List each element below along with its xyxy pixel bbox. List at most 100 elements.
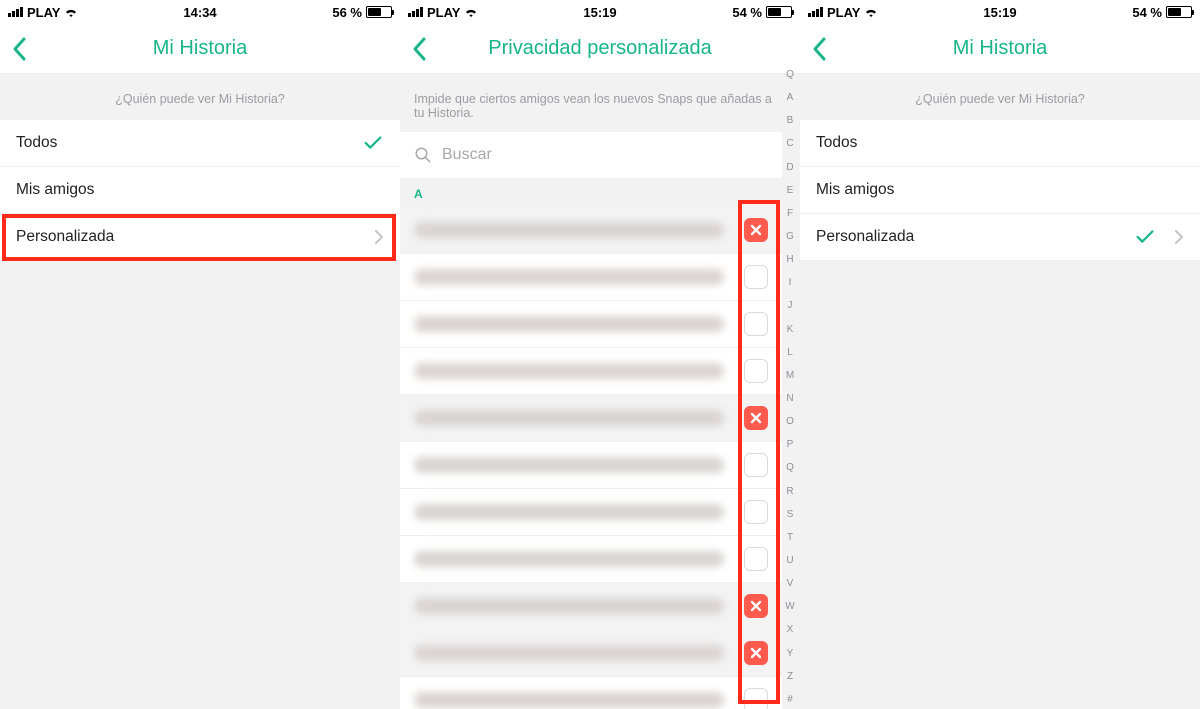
index-letter[interactable]: F (787, 209, 793, 219)
search-input[interactable] (442, 146, 768, 164)
carrier-label: PLAY (27, 5, 60, 20)
nav-bar: Mi Historia (0, 24, 400, 74)
contact-row[interactable] (400, 301, 782, 348)
option-custom[interactable]: Personalizada (800, 214, 1200, 261)
option-label: Mis amigos (816, 181, 894, 199)
contact-name-blurred (414, 316, 724, 332)
index-letter[interactable]: D (786, 163, 793, 173)
option-label: Personalizada (816, 228, 914, 246)
option-everyone[interactable]: Todos (0, 120, 400, 167)
alphabet-index[interactable]: Q A B C D E F G H I J K L M N O P Q R S T U V W X Y Z # (782, 70, 798, 705)
index-letter[interactable]: O (786, 417, 794, 427)
status-bar: PLAY 14:34 56 % (0, 0, 400, 24)
index-letter[interactable]: Y (787, 649, 794, 659)
wifi-icon (464, 7, 478, 17)
chevron-left-icon (810, 36, 828, 62)
option-label: Todos (816, 134, 857, 152)
chevron-left-icon (410, 36, 428, 62)
contact-name-blurred (414, 598, 724, 614)
status-bar: PLAY 15:19 54 % (400, 0, 800, 24)
index-letter[interactable]: M (786, 371, 794, 381)
screen-my-story-before: PLAY 14:34 56 % Mi Historia ¿Quién puede… (0, 0, 400, 709)
index-letter[interactable]: # (787, 695, 793, 705)
options-list: Todos Mis amigos Personalizada (0, 120, 400, 261)
index-letter[interactable]: V (787, 579, 794, 589)
contact-row[interactable] (400, 536, 782, 583)
option-my-friends[interactable]: Mis amigos (800, 167, 1200, 214)
contact-row[interactable] (400, 677, 782, 709)
contact-row[interactable] (400, 442, 782, 489)
contact-row[interactable] (400, 583, 782, 630)
screen-custom-privacy: PLAY 15:19 54 % Privacidad personalizada… (400, 0, 800, 709)
contact-row[interactable] (400, 348, 782, 395)
index-letter[interactable]: X (787, 625, 794, 635)
index-letter[interactable]: C (786, 139, 793, 149)
option-label: Personalizada (16, 228, 114, 246)
index-letter[interactable]: E (787, 186, 794, 196)
index-letter[interactable]: I (789, 278, 792, 288)
index-letter[interactable]: P (787, 440, 794, 450)
contact-row[interactable] (400, 630, 782, 677)
index-letter[interactable]: G (786, 232, 794, 242)
check-icon (362, 132, 384, 154)
chevron-left-icon (10, 36, 28, 62)
index-letter[interactable]: S (787, 510, 794, 520)
contact-row[interactable] (400, 207, 782, 254)
index-letter[interactable]: Q (786, 463, 794, 473)
clock: 14:34 (183, 5, 216, 20)
contact-name-blurred (414, 457, 724, 473)
status-bar: PLAY 15:19 54 % (800, 0, 1200, 24)
index-letter[interactable]: Q (786, 70, 794, 80)
contact-row[interactable] (400, 395, 782, 442)
chevron-right-icon (1174, 229, 1184, 245)
contacts-list (400, 207, 782, 709)
nav-bar: Mi Historia (800, 24, 1200, 74)
index-letter[interactable]: Z (787, 672, 793, 682)
index-letter[interactable]: L (787, 348, 793, 358)
contact-name-blurred (414, 410, 724, 426)
index-letter[interactable]: B (787, 116, 794, 126)
index-letter[interactable]: H (786, 255, 793, 265)
index-letter[interactable]: R (786, 487, 793, 497)
section-letter-header: A (400, 179, 782, 207)
index-letter[interactable]: J (788, 301, 793, 311)
signal-icon (808, 7, 823, 17)
wifi-icon (64, 7, 78, 17)
battery-pct: 56 % (332, 5, 362, 20)
index-letter[interactable]: N (786, 394, 793, 404)
page-title: Privacidad personalizada (488, 37, 711, 60)
page-title: Mi Historia (153, 37, 247, 60)
contact-name-blurred (414, 269, 724, 285)
index-letter[interactable]: A (787, 93, 794, 103)
page-title: Mi Historia (953, 37, 1047, 60)
contact-name-blurred (414, 504, 724, 520)
section-description: ¿Quién puede ver Mi Historia? (0, 74, 400, 120)
signal-icon (8, 7, 23, 17)
option-label: Todos (16, 134, 57, 152)
section-description: ¿Quién puede ver Mi Historia? (800, 74, 1200, 120)
option-everyone[interactable]: Todos (800, 120, 1200, 167)
index-letter[interactable]: T (787, 533, 793, 543)
option-label: Mis amigos (16, 181, 94, 199)
search-icon (414, 146, 432, 164)
back-button[interactable] (810, 36, 828, 67)
index-letter[interactable]: W (785, 602, 794, 612)
back-button[interactable] (10, 36, 28, 67)
nav-bar: Privacidad personalizada (400, 24, 800, 74)
options-list: Todos Mis amigos Personalizada (800, 120, 1200, 261)
wifi-icon (864, 7, 878, 17)
battery-pct: 54 % (1132, 5, 1162, 20)
index-letter[interactable]: K (787, 325, 794, 335)
section-description: Impide que ciertos amigos vean los nuevo… (400, 74, 800, 132)
contact-row[interactable] (400, 489, 782, 536)
option-custom[interactable]: Personalizada (0, 214, 400, 261)
contact-name-blurred (414, 222, 724, 238)
search-row[interactable] (400, 132, 782, 179)
clock: 15:19 (983, 5, 1016, 20)
index-letter[interactable]: U (786, 556, 793, 566)
option-my-friends[interactable]: Mis amigos (0, 167, 400, 214)
annotation-highlight (738, 200, 780, 704)
contact-row[interactable] (400, 254, 782, 301)
back-button[interactable] (410, 36, 428, 67)
clock: 15:19 (583, 5, 616, 20)
